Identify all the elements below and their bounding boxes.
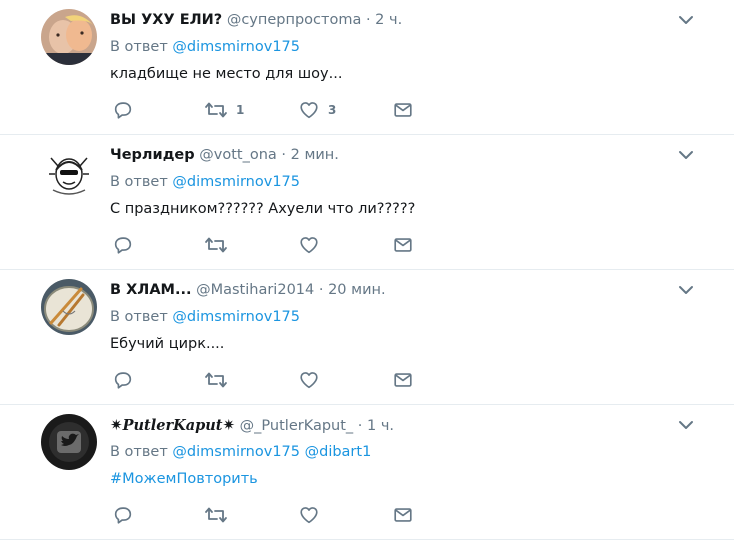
reply-prefix: В ответ [110,39,168,55]
timestamp[interactable]: 2 мин. [291,147,339,163]
like-button[interactable] [298,368,320,392]
mention-link[interactable]: @dimsmirnov175 [172,444,300,460]
envelope-icon [394,373,412,387]
reply-prefix: В ответ [110,174,168,190]
heart-icon [300,372,318,389]
separator-dot: · [365,12,371,28]
display-name[interactable]: В ХЛАМ... [110,282,192,298]
chevron-down-icon[interactable] [676,145,696,165]
direct-message-button[interactable] [392,233,414,257]
separator-dot: · [318,282,324,298]
heart-icon [300,237,318,254]
reply-context: В ответ @dimsmirnov175 [110,37,300,57]
reply-button[interactable] [112,368,134,392]
like-button[interactable] [298,503,320,527]
heart-icon [300,507,318,524]
envelope-icon [394,508,412,522]
retweet-button[interactable] [204,368,228,392]
tweet-actions: 1 3 [110,98,430,122]
chevron-down-icon[interactable] [676,10,696,30]
direct-message-button[interactable] [392,503,414,527]
user-handle[interactable]: @Mastihari2014 [196,282,314,298]
reply-button[interactable] [112,503,134,527]
timestamp[interactable]: 1 ч. [367,418,394,434]
timestamp[interactable]: 2 ч. [375,12,402,28]
direct-message-button[interactable] [392,98,414,122]
retweet-count: 1 [236,103,245,117]
mention-link[interactable]: @dibart1 [305,444,372,460]
photo-avatar-icon [41,9,97,65]
avatar[interactable] [41,9,97,65]
retweet-button[interactable]: 1 [204,98,244,122]
hashtag-link[interactable]: #МожемПовторить [110,471,258,487]
reply-button[interactable] [112,98,134,122]
retweet-icon [205,372,227,388]
tweet-text: С праздником?????? Ахуели что ли????? [110,201,416,217]
bird-avatar-icon [41,414,97,470]
reply-icon [114,372,132,389]
chevron-down-icon[interactable] [676,415,696,435]
avatar[interactable] [41,144,97,200]
drum-avatar-icon [41,279,97,335]
reply-context: В ответ @dimsmirnov175 [110,307,300,327]
tweet-item[interactable]: Черлидер @vott_ona · 2 мин. В ответ @dim… [0,135,734,270]
retweet-button[interactable] [204,503,228,527]
avatar[interactable] [41,414,97,470]
retweet-icon [205,102,227,118]
tweet-text: Ебучий цирк.... [110,336,225,352]
sketch-avatar-icon [41,144,97,200]
reply-context: В ответ @dimsmirnov175 [110,172,300,192]
tweet-header: ВЫ УХУ ЕЛИ? @сyпepпpocтoma · 2 ч. [110,10,402,30]
like-count: 3 [328,103,337,117]
tweet-item[interactable]: В ХЛАМ... @Mastihari2014 · 20 мин. В отв… [0,270,734,405]
display-name[interactable]: PutlerKaput [123,417,223,434]
user-handle[interactable]: @vott_ona [199,147,277,163]
reply-context: В ответ @dimsmirnov175 @dibart1 [110,442,371,462]
user-handle[interactable]: @_PutlerKaput_ [240,418,354,434]
like-button[interactable]: 3 [298,98,336,122]
reply-icon [114,237,132,254]
user-handle[interactable]: @сyпepпpocтoma [227,12,362,28]
tweet-item[interactable]: ✷PutlerKaput✷ @_PutlerKaput_ · 1 ч. В от… [0,405,734,540]
tweet-header: Черлидер @vott_ona · 2 мин. [110,145,339,165]
separator-dot: · [357,418,363,434]
timestamp[interactable]: 20 мин. [328,282,386,298]
reply-icon [114,507,132,524]
direct-message-button[interactable] [392,368,414,392]
display-name[interactable]: Черлидер [110,147,195,163]
mention-link[interactable]: @dimsmirnov175 [172,39,300,55]
tweet-actions [110,233,430,257]
star-icon: ✷ [110,416,123,434]
separator-dot: · [281,147,286,163]
reply-prefix: В ответ [110,444,168,460]
avatar[interactable] [41,279,97,335]
retweet-button[interactable] [204,233,228,257]
star-icon: ✷ [222,416,236,434]
mention-link[interactable]: @dimsmirnov175 [172,174,300,190]
chevron-down-icon[interactable] [676,280,696,300]
tweet-text: #МожемПовторить [110,468,258,490]
heart-icon [300,102,318,119]
reply-button[interactable] [112,233,134,257]
envelope-icon [394,103,412,117]
reply-icon [114,102,132,119]
tweet-actions [110,503,430,527]
display-name[interactable]: ВЫ УХУ ЕЛИ? [110,12,222,28]
reply-prefix: В ответ [110,309,168,325]
tweet-actions [110,368,430,392]
mention-link[interactable]: @dimsmirnov175 [172,309,300,325]
tweet-item[interactable]: ВЫ УХУ ЕЛИ? @сyпepпpocтoma · 2 ч. В отве… [0,0,734,135]
like-button[interactable] [298,233,320,257]
retweet-icon [205,237,227,253]
tweet-header: ✷PutlerKaput✷ @_PutlerKaput_ · 1 ч. [110,415,394,436]
retweet-icon [205,507,227,523]
tweet-header: В ХЛАМ... @Mastihari2014 · 20 мин. [110,280,386,300]
envelope-icon [394,238,412,252]
tweet-text: кладбище не место для шоу... [110,66,343,82]
